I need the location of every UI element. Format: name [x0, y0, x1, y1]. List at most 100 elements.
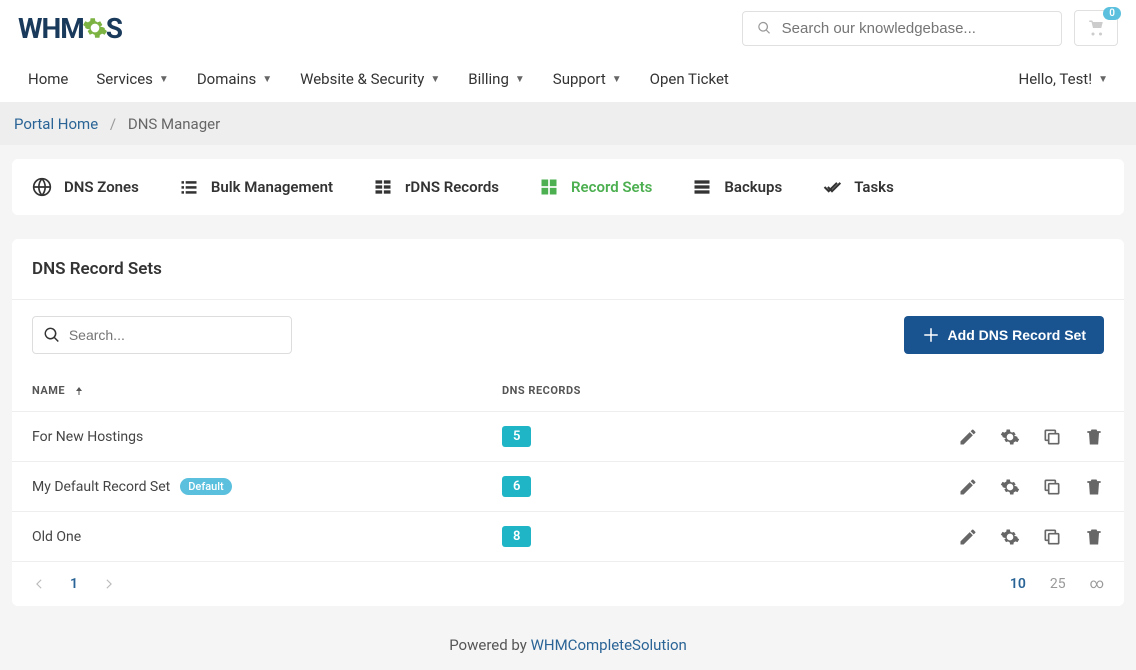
table-header: NAME DNS RECORDS [12, 370, 1124, 412]
row-name-text: Old One [32, 529, 81, 545]
tab-rdns-records[interactable]: rDNS Records [373, 177, 499, 197]
table-row: For New Hostings 5 [12, 412, 1124, 462]
trash-button[interactable] [1084, 427, 1104, 447]
chevron-left-icon [32, 577, 46, 591]
tab-label: Tasks [854, 178, 894, 196]
chevron-down-icon: ▼ [612, 74, 622, 85]
tab-label: Backups [724, 178, 782, 196]
plus-icon [922, 326, 940, 344]
col-name-header[interactable]: NAME [32, 384, 502, 397]
tab-record-sets[interactable]: Record Sets [539, 177, 652, 197]
breadcrumb: Portal Home / DNS Manager [0, 103, 1136, 145]
col-records-header[interactable]: DNS RECORDS [502, 384, 702, 397]
nav-label: Open Ticket [650, 70, 729, 88]
table-row: My Default Record Set Default 6 [12, 462, 1124, 512]
breadcrumb-home[interactable]: Portal Home [14, 115, 98, 133]
tab-bulk-management[interactable]: Bulk Management [179, 177, 333, 197]
add-record-set-button[interactable]: Add DNS Record Set [904, 316, 1104, 354]
nav-item-billing[interactable]: Billing ▼ [468, 70, 525, 88]
records-icon [373, 177, 393, 197]
grid-icon [539, 177, 559, 197]
footer-link[interactable]: WHMCompleteSolution [531, 636, 687, 654]
trash-button[interactable] [1084, 477, 1104, 497]
nav-label: Website & Security [300, 70, 424, 88]
tab-label: DNS Zones [64, 178, 139, 196]
globe-icon [32, 177, 52, 197]
list-icon [179, 177, 199, 197]
logo-text-1: WHM [18, 12, 84, 45]
nav-item-home[interactable]: Home [28, 70, 68, 88]
gear-button[interactable] [1000, 527, 1020, 547]
tabs-bar: DNS Zones Bulk Management rDNS Records Reco… [12, 159, 1124, 215]
record-count-badge: 8 [502, 526, 531, 547]
nav-item-services[interactable]: Services▼ [96, 70, 168, 88]
record-count-badge: 5 [502, 426, 531, 447]
chevron-down-icon: ▼ [430, 74, 440, 85]
user-menu[interactable]: Hello, Test! ▼ [1019, 70, 1109, 88]
cart-button[interactable]: 0 [1074, 10, 1118, 46]
page-size-∞[interactable]: ∞ [1090, 576, 1104, 592]
nav-item-domains[interactable]: Domains ▼ [197, 70, 272, 88]
row-name-text: My Default Record Set [32, 479, 170, 495]
cart-badge: 0 [1103, 7, 1121, 20]
table-row: Old One 8 [12, 512, 1124, 562]
edit-button[interactable] [958, 527, 978, 547]
user-greeting: Hello, Test! [1019, 70, 1093, 88]
panel-title: DNS Record Sets [12, 239, 1124, 300]
edit-button[interactable] [958, 427, 978, 447]
page-next[interactable] [102, 577, 116, 591]
main-panel: DNS Record Sets Add DNS Record Set NAME … [12, 239, 1124, 606]
page-current[interactable]: 1 [70, 576, 78, 592]
nav-label: Domains [197, 70, 256, 88]
logo[interactable]: WHM S [18, 12, 122, 45]
backup-icon [692, 177, 712, 197]
nav-item-support[interactable]: Support ▼ [553, 70, 622, 88]
check-icon [822, 177, 842, 197]
toolbar: Add DNS Record Set [12, 300, 1124, 370]
breadcrumb-separator: / [110, 115, 116, 133]
search-icon [757, 20, 772, 36]
top-header: WHM S 0 [0, 0, 1136, 56]
main-nav: HomeServices▼Domains▼Website & Security▼… [0, 56, 1136, 103]
edit-button[interactable] [958, 477, 978, 497]
copy-button[interactable] [1042, 477, 1062, 497]
tab-tasks[interactable]: Tasks [822, 177, 894, 197]
nav-label: Home [28, 70, 68, 88]
kb-search[interactable] [742, 11, 1062, 46]
trash-button[interactable] [1084, 527, 1104, 547]
nav-item-open-ticket[interactable]: Open Ticket [650, 70, 729, 88]
chevron-down-icon: ▼ [1098, 74, 1108, 85]
copy-button[interactable] [1042, 527, 1062, 547]
chevron-down-icon: ▼ [262, 74, 272, 85]
search-icon [43, 325, 61, 345]
nav-label: Billing [468, 70, 509, 88]
nav-item-website-security[interactable]: Website & Security ▼ [300, 70, 440, 88]
breadcrumb-current: DNS Manager [128, 115, 220, 133]
row-name-text: For New Hostings [32, 429, 143, 445]
record-count-badge: 6 [502, 476, 531, 497]
tab-dns-zones[interactable]: DNS Zones [32, 177, 139, 197]
copy-button[interactable] [1042, 427, 1062, 447]
tab-label: Bulk Management [211, 178, 333, 196]
footer-text: Powered by [449, 636, 530, 654]
nav-label: Services [96, 70, 153, 88]
sort-asc-icon [73, 385, 85, 397]
nav-label: Support [553, 70, 606, 88]
cart-icon [1087, 19, 1105, 37]
gear-button[interactable] [1000, 427, 1020, 447]
default-badge: Default [180, 478, 231, 495]
pagination: 1 10 25 ∞ [12, 562, 1124, 606]
page-prev[interactable] [32, 577, 46, 591]
tab-label: Record Sets [571, 178, 652, 196]
footer: Powered by WHMCompleteSolution [0, 620, 1136, 670]
page-size-10[interactable]: 10 [1010, 576, 1026, 592]
chevron-right-icon [102, 577, 116, 591]
table-search[interactable] [32, 316, 292, 354]
kb-search-input[interactable] [782, 20, 1047, 37]
gear-button[interactable] [1000, 477, 1020, 497]
tab-backups[interactable]: Backups [692, 177, 782, 197]
chevron-down-icon: ▼ [515, 74, 525, 85]
table-search-input[interactable] [69, 327, 281, 343]
page-size-25[interactable]: 25 [1050, 576, 1066, 592]
add-button-label: Add DNS Record Set [948, 327, 1086, 343]
